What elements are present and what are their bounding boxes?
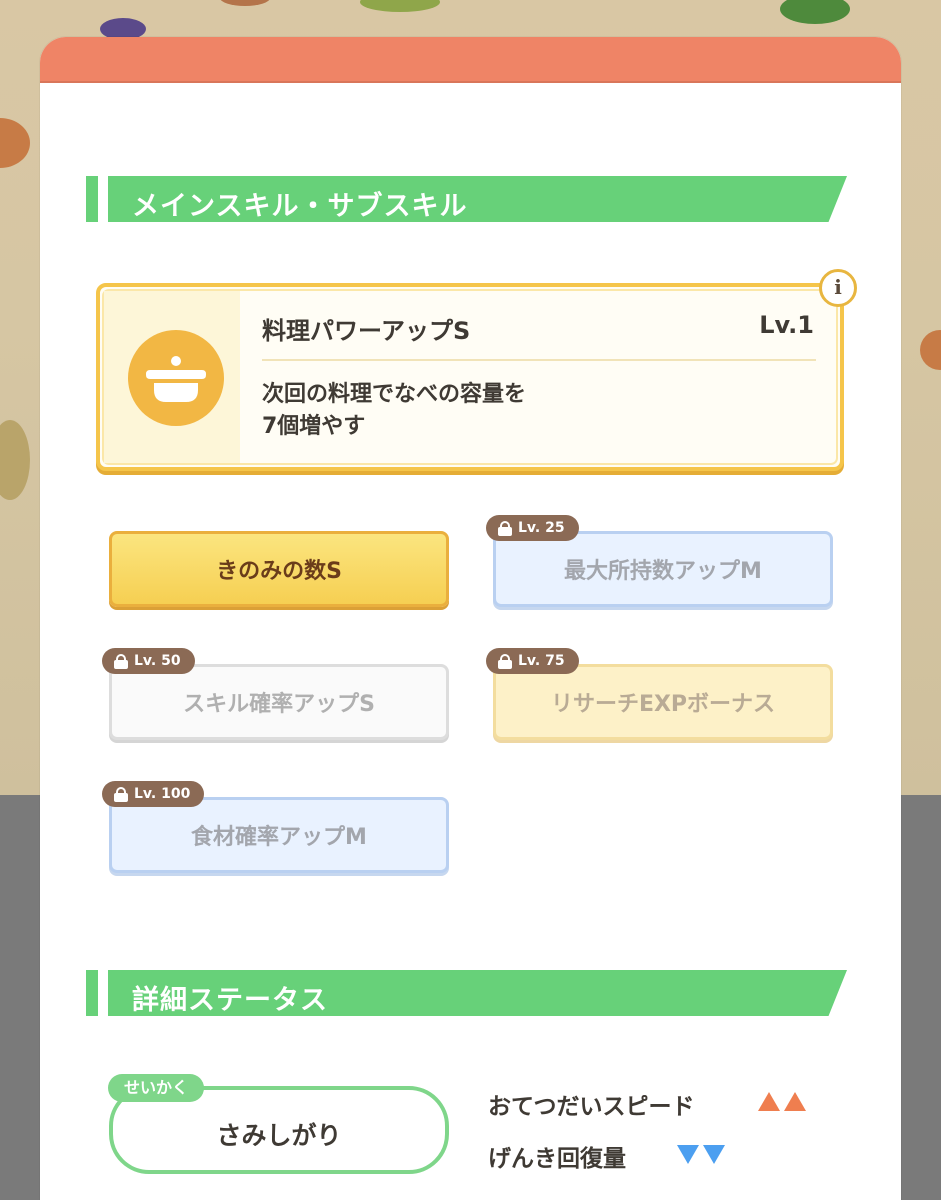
panel-header	[40, 37, 901, 83]
section-header-accent	[86, 970, 98, 1016]
info-icon[interactable]: i	[819, 269, 857, 307]
status-section-title: 詳細ステータス	[132, 985, 328, 1016]
sub-skill-button[interactable]: きのみの数S	[109, 531, 449, 607]
sub-skill-label: 最大所持数アップM	[564, 559, 762, 584]
main-skill-name: 料理パワーアップS	[262, 317, 471, 345]
unlock-level-label: Lv. 50	[134, 653, 181, 669]
main-skill-level: Lv.1	[759, 311, 814, 339]
main-skill-description: 次回の料理でなべの容量を 7個増やす	[262, 379, 526, 443]
main-skill-divider	[262, 359, 816, 361]
main-skill-description-line: 7個増やす	[262, 414, 366, 439]
detail-panel: メインスキル・サブスキル 料理パワーアップS Lv.1 次回の料理でなべの容量を…	[40, 37, 901, 1200]
lock-icon	[498, 520, 512, 536]
lock-icon	[114, 653, 128, 669]
stat-label-down: げんき回復量	[488, 1146, 626, 1172]
triangle-up-icon	[784, 1092, 806, 1111]
sub-skill-label: きのみの数S	[216, 559, 342, 584]
background-bush	[920, 330, 941, 370]
background-bush	[360, 0, 440, 12]
status-section-header: 詳細ステータス	[86, 970, 847, 1016]
main-skill-icon-area	[104, 291, 240, 463]
cooking-pot-icon	[128, 330, 224, 426]
background-bush	[0, 118, 30, 168]
unlock-level-tag: Lv. 100	[102, 781, 205, 807]
background-bush	[780, 0, 850, 24]
unlock-level-tag: Lv. 50	[102, 648, 195, 674]
triangle-down-icon	[677, 1145, 699, 1164]
sub-skill-label: リサーチEXPボーナス	[550, 692, 776, 717]
stat-down-indicator	[677, 1145, 725, 1164]
sub-skill-button[interactable]: 最大所持数アップM	[493, 531, 833, 607]
nature-tag: せいかく	[108, 1074, 205, 1102]
stat-label-up: おてつだいスピード	[488, 1094, 695, 1120]
background-bush	[0, 420, 30, 500]
sub-skill-button[interactable]: リサーチEXPボーナス	[493, 664, 833, 740]
unlock-level-label: Lv. 75	[518, 653, 565, 669]
background-bush	[220, 0, 270, 6]
sub-skill-label: 食材確率アップM	[191, 825, 367, 850]
triangle-down-icon	[703, 1145, 725, 1164]
sub-skill-button[interactable]: 食材確率アップM	[109, 797, 449, 873]
main-skill-card[interactable]: 料理パワーアップS Lv.1 次回の料理でなべの容量を 7個増やす	[96, 283, 844, 471]
unlock-level-tag: Lv. 75	[486, 648, 579, 674]
unlock-level-tag: Lv. 25	[486, 515, 579, 541]
skills-section-title: メインスキル・サブスキル	[132, 191, 468, 222]
sub-skill-button[interactable]: スキル確率アップS	[109, 664, 449, 740]
unlock-level-label: Lv. 100	[134, 786, 191, 802]
unlock-level-label: Lv. 25	[518, 520, 565, 536]
section-header-accent	[86, 176, 98, 222]
skills-section-header: メインスキル・サブスキル	[86, 176, 847, 222]
lock-icon	[498, 653, 512, 669]
nature-value: さみしがり	[216, 1121, 342, 1150]
stat-up-indicator	[758, 1092, 806, 1111]
triangle-up-icon	[758, 1092, 780, 1111]
lock-icon	[114, 786, 128, 802]
main-skill-description-line: 次回の料理でなべの容量を	[262, 382, 527, 407]
sub-skill-label: スキル確率アップS	[183, 692, 375, 717]
